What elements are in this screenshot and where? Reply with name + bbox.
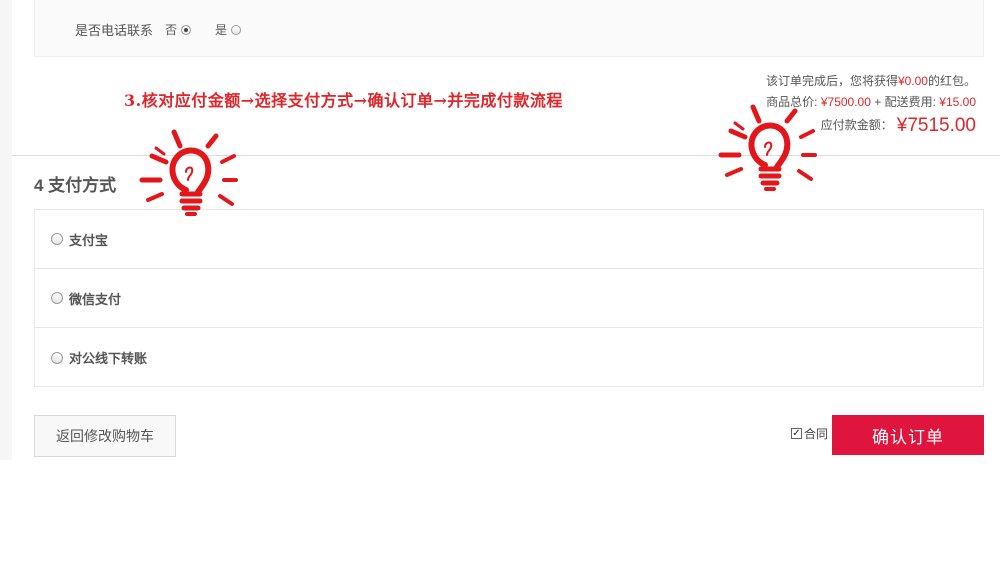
hongbao-suffix: 的红包。 (927, 74, 976, 88)
phone-option-yes-radio[interactable] (231, 24, 242, 35)
lightbulb-doodle-icon (718, 104, 817, 191)
payable-amount: ¥7515.00 (896, 115, 976, 136)
payment-method-wechat-radio[interactable] (51, 292, 63, 304)
phone-option-no-label: 否 (165, 23, 178, 37)
shipping-amount: ¥15.00 (939, 95, 976, 109)
phone-contact-label: 是否电话联系 (75, 23, 154, 38)
payment-method-alipay-radio[interactable] (51, 233, 63, 245)
payable-label: 应付款金额： (820, 118, 893, 132)
contract-checkbox-group[interactable]: ✓ 合同 (791, 425, 828, 442)
back-to-cart-button[interactable]: 返回修改购物车 (34, 415, 176, 457)
contract-label: 合同 (804, 427, 829, 441)
payment-method-alipay-label: 支付宝 (69, 232, 109, 248)
contract-checkbox[interactable]: ✓ (791, 428, 802, 439)
hongbao-prefix: 该订单完成后，您将获得 (765, 74, 898, 88)
payment-section-title: 4 支付方式 (34, 176, 117, 195)
phone-option-yes-label: 是 (215, 23, 228, 37)
phone-contact-panel: 是否电话联系 否 是 (34, 0, 984, 57)
hongbao-amount: ¥0.00 (897, 74, 928, 88)
payment-method-bank-transfer[interactable]: 对公线下转账 (35, 328, 983, 387)
goods-amount: ¥7500.00 (820, 95, 871, 109)
lightbulb-doodle-icon (139, 129, 238, 216)
payment-methods-list: 支付宝 微信支付 对公线下转账 (34, 209, 984, 387)
phone-option-no[interactable]: 否 (165, 21, 192, 38)
phone-option-yes[interactable]: 是 (215, 21, 242, 38)
confirm-order-button[interactable]: 确认订单 (832, 415, 984, 455)
shipping-label: 配送费用: (884, 95, 936, 109)
left-rail (0, 0, 12, 460)
hongbao-line: 该订单完成后，您将获得¥0.00的红包。 (766, 71, 976, 92)
phone-contact-row: 是否电话联系 否 是 (75, 20, 265, 39)
phone-option-no-radio[interactable] (181, 24, 192, 35)
payment-method-bank-transfer-label: 对公线下转账 (69, 351, 148, 366)
tutorial-annotation: 3.核对应付金额→选择支付方式→确认订单→并完成付款流程 (124, 91, 563, 110)
payment-method-wechat-label: 微信支付 (69, 291, 122, 307)
plus-sign: + (874, 95, 882, 109)
payment-method-bank-transfer-radio[interactable] (51, 351, 63, 364)
payment-method-wechat[interactable]: 微信支付 (35, 269, 983, 328)
